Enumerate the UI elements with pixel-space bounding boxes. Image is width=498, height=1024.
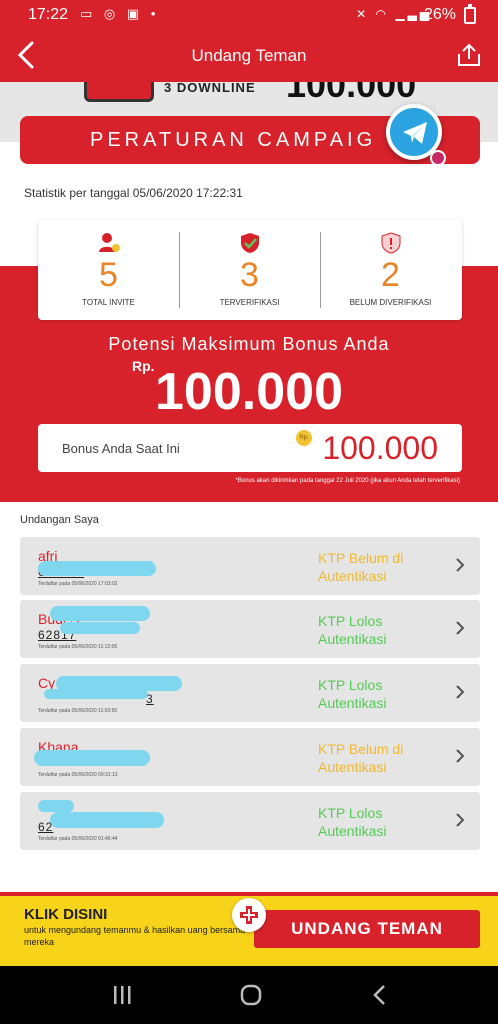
status-time: 17:22 — [28, 6, 69, 23]
plus-icon — [240, 906, 258, 924]
stat-unverified: 2 BELUM DIVERIFIKASI — [320, 220, 461, 320]
registered-date: Terdaftar pada 05/06/2020 01:46:44 — [38, 836, 118, 842]
app-bar: Undang Teman — [0, 30, 498, 82]
notification-icons: ▭ ◎ ▣ • — [80, 6, 159, 22]
invitation-item[interactable]: Budi S 62817 Terdaftar pada 05/06/2020 1… — [20, 600, 480, 658]
privacy-blur — [38, 800, 74, 812]
max-bonus-amount: 100.000 — [155, 363, 343, 421]
stat-total-invite: 5 TOTAL INVITE — [38, 220, 179, 320]
privacy-blur — [34, 750, 150, 766]
chevron-right-icon — [456, 621, 465, 635]
registered-date: Terdaftar pada 05/06/2020 11:12:06 — [38, 644, 118, 650]
invitations-title: Undangan Saya — [20, 514, 99, 526]
invitation-item[interactable]: Cy 3 Terdaftar pada 05/06/2020 11:03:50 … — [20, 664, 480, 722]
chevron-right-icon — [456, 749, 465, 763]
share-icon — [458, 43, 480, 66]
chevron-right-icon — [456, 558, 465, 572]
system-icons: ✕ ◠ ▁▃▅ — [356, 7, 432, 21]
mute-icon: ✕ — [356, 7, 370, 21]
bonus-disclaimer: *Bonus akan dikirimkan pada tanggal 22 J… — [235, 478, 460, 484]
privacy-blur — [38, 561, 156, 576]
privacy-blur — [50, 606, 150, 621]
add-friend-button[interactable] — [232, 898, 266, 932]
wifi-icon: ◠ — [375, 7, 389, 21]
status-bar: 17:22 ▭ ◎ ▣ • ✕ ◠ ▁▃▅ 26% — [0, 0, 498, 30]
banner-downline-text: 3 DOWNLINE — [164, 82, 256, 95]
verification-status: KTP Lolos Autentikasi — [318, 677, 387, 711]
stat-value: 5 — [99, 256, 118, 294]
verification-status: KTP Belum di Autentikasi — [318, 741, 404, 775]
telegram-icon — [403, 122, 427, 144]
verification-status: KTP Belum di Autentikasi — [318, 550, 404, 584]
privacy-blur — [50, 812, 164, 828]
chevron-right-icon — [456, 685, 465, 699]
instagram-icon: ◎ — [103, 6, 120, 21]
shield-alert-icon — [381, 232, 401, 254]
stat-label: BELUM DIVERIFIKASI — [349, 298, 432, 307]
stat-value: 2 — [381, 256, 400, 294]
cta-description: untuk mengundang temanmu & hasilkan uang… — [24, 925, 246, 947]
invitation-item[interactable]: Khana Terdaftar pada 05/06/2020 09:31:13… — [20, 728, 480, 786]
verification-status: KTP Lolos Autentikasi — [318, 613, 387, 647]
recent-apps-icon[interactable] — [110, 983, 134, 1007]
system-nav-bar — [0, 966, 498, 1024]
user-add-icon — [99, 233, 120, 252]
coin-icon: Rp. — [296, 430, 312, 446]
battery-icon — [464, 4, 476, 24]
stat-label: TOTAL INVITE — [82, 298, 135, 307]
potensi-label: Potensi Maksimum Bonus Anda — [108, 334, 390, 354]
privacy-blur — [60, 622, 140, 634]
telegram-badge — [430, 150, 446, 166]
page-title: Undang Teman — [191, 46, 307, 65]
stat-verified: 3 TERVERIFIKASI — [179, 220, 320, 320]
share-button[interactable] — [456, 42, 482, 68]
banner-amount: 100.000 — [286, 82, 417, 105]
verification-status: KTP Lolos Autentikasi — [318, 805, 387, 839]
registered-date: Terdaftar pada 05/06/2020 17:03:02 — [38, 581, 118, 587]
stats-card: 5 TOTAL INVITE 3 TERVERIFIKASI 2 BELUM D… — [38, 220, 462, 320]
current-bonus-label: Bonus Anda Saat Ini — [62, 441, 180, 456]
stats-date: Statistik per tanggal 05/06/2020 17:22:3… — [24, 186, 243, 200]
cta-title: KLIK DISINI — [24, 906, 108, 923]
dot-icon: • — [150, 6, 160, 21]
invite-friends-button[interactable]: UNDANG TEMAN — [254, 910, 480, 948]
back-nav-icon[interactable] — [368, 983, 392, 1007]
chevron-right-icon — [456, 813, 465, 827]
home-icon[interactable] — [239, 983, 263, 1007]
invitation-item[interactable]: 62 Terdaftar pada 05/06/2020 01:46:44 KT… — [20, 792, 480, 850]
banner-image — [84, 82, 154, 102]
battery-percent: 26% — [423, 6, 456, 23]
invitation-item[interactable]: afri 628138 Terdaftar pada 05/06/2020 17… — [20, 537, 480, 595]
shield-check-icon — [241, 233, 259, 253]
stat-label: TERVERIFIKASI — [219, 298, 280, 307]
current-bonus-amount: 100.000 — [322, 430, 438, 466]
privacy-blur — [44, 689, 148, 699]
registered-date: Terdaftar pada 05/06/2020 09:31:13 — [38, 772, 118, 778]
stat-value: 3 — [240, 256, 259, 294]
app-icon: ▣ — [126, 6, 144, 21]
registered-date: Terdaftar pada 05/06/2020 11:03:50 — [38, 708, 118, 714]
invite-cta-bar: KLIK DISINI untuk mengundang temanmu & h… — [0, 892, 498, 966]
monitor-icon: ▭ — [80, 6, 97, 21]
current-bonus-box: Bonus Anda Saat Ini Rp. 100.000 — [38, 424, 462, 472]
